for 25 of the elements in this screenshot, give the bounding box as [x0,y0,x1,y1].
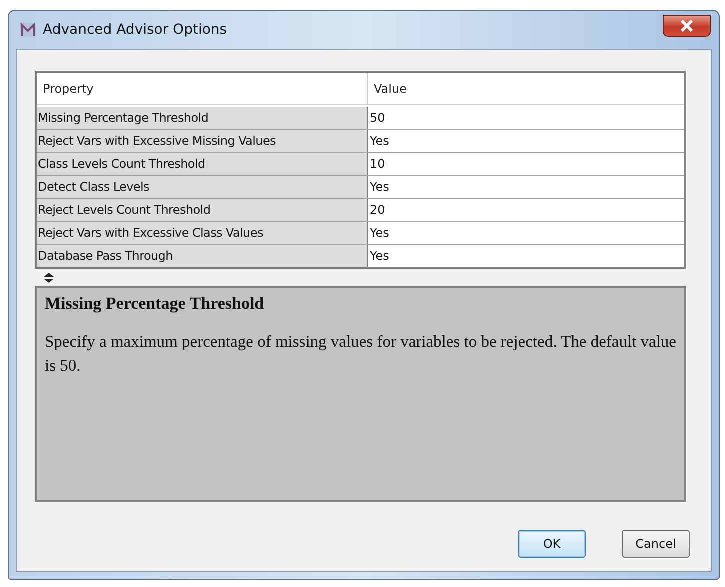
cancel-button[interactable]: Cancel [622,530,690,558]
window-title: Advanced Advisor Options [43,22,228,38]
app-icon [19,21,37,39]
property-name[interactable]: Detect Class Levels [37,176,368,198]
property-value[interactable]: Yes [368,245,684,267]
property-name[interactable]: Reject Vars with Excessive Class Values [37,222,368,244]
property-value[interactable]: 50 [368,107,684,129]
close-button[interactable] [663,15,711,37]
property-value[interactable]: 20 [368,199,684,221]
property-name[interactable]: Database Pass Through [37,245,368,267]
property-value[interactable]: Yes [368,176,684,198]
column-header[interactable]: Property [37,73,368,104]
ok-button[interactable]: OK [518,530,586,558]
property-name[interactable]: Missing Percentage Threshold [37,107,368,129]
description-text: Specify a maximum percentage of missing values for variables to be rejected. The default value is 50. [45,331,678,377]
column-header[interactable]: Value [368,73,684,104]
property-value[interactable]: Yes [368,130,684,152]
close-icon [680,20,694,32]
splitter-icon[interactable] [43,272,55,282]
property-value[interactable]: Yes [368,222,684,244]
property-name[interactable]: Reject Vars with Excessive Missing Values [37,130,368,152]
property-value[interactable]: 10 [368,153,684,175]
property-name[interactable]: Class Levels Count Threshold [37,153,368,175]
description-title: Missing Percentage Threshold [45,294,266,314]
property-name[interactable]: Reject Levels Count Threshold [37,199,368,221]
